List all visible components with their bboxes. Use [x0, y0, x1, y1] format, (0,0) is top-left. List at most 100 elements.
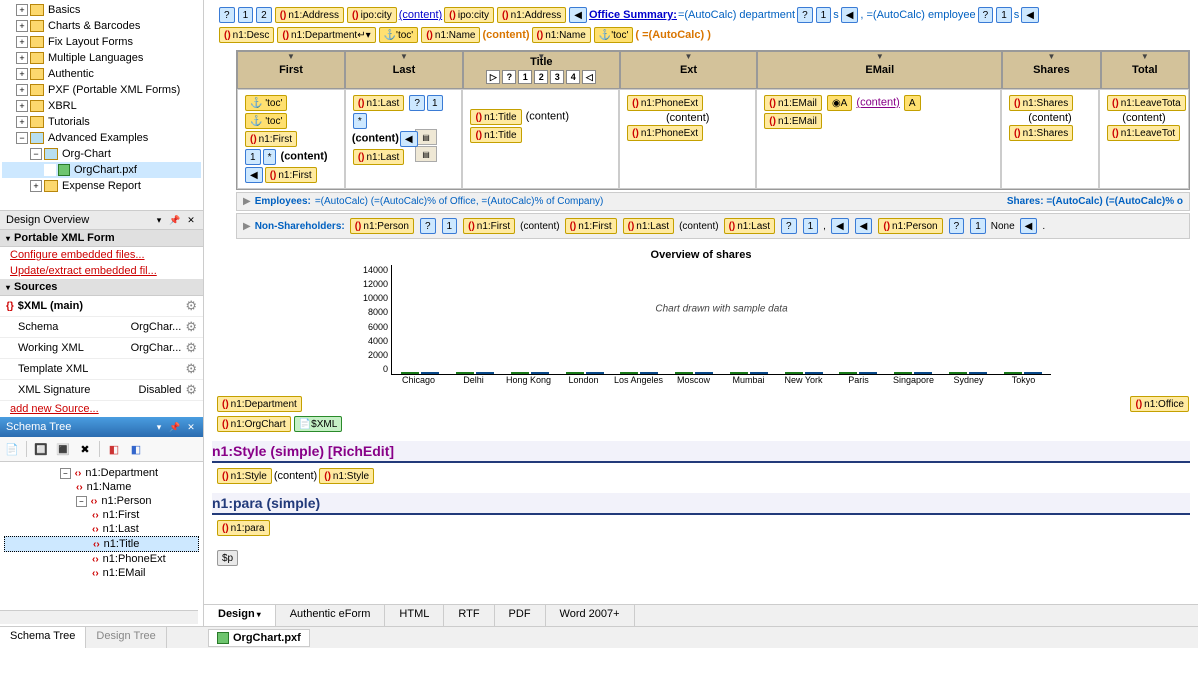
gear-icon[interactable]: ⚙ [185, 298, 197, 314]
q-tag[interactable]: ? [409, 95, 425, 111]
view-tab[interactable]: Design▾ [204, 605, 276, 626]
tag-first[interactable]: ()n1:First [463, 218, 515, 234]
plus-icon[interactable]: + [16, 20, 28, 32]
num-btn[interactable]: 1 [518, 70, 532, 84]
nav-right[interactable]: ▶ [243, 221, 251, 232]
add-new-source-link[interactable]: add new Source... [0, 401, 203, 417]
nav-left[interactable]: ◀ [831, 218, 849, 234]
star-tag[interactable]: * [353, 113, 367, 129]
nav-right[interactable]: ▶ [243, 196, 251, 207]
schema-item[interactable]: ‹›n1:EMail [4, 566, 199, 580]
a-tag[interactable]: ◉A [827, 95, 852, 111]
tag-orgchart-close[interactable]: ()n1:OrgChart [217, 416, 291, 432]
view-tab[interactable]: HTML [385, 605, 444, 626]
tree-item[interactable]: +Basics [2, 2, 201, 18]
tool-btn[interactable]: ◧ [126, 439, 146, 459]
tree-item[interactable]: +PXF (Portable XML Forms) [2, 82, 201, 98]
sources-header[interactable]: ▾ Sources [0, 279, 203, 296]
tag-ipo-city[interactable]: ()ipo:city [347, 7, 397, 23]
scrollbar[interactable] [0, 610, 198, 624]
element-tag[interactable]: ()n1:Title [470, 109, 521, 125]
tag-ipo-city-close[interactable]: ()ipo:city [444, 7, 494, 23]
element-tag[interactable]: ()n1:EMail [764, 95, 822, 111]
tag-style-close[interactable]: ()n1:Style [319, 468, 374, 484]
tag-person-close[interactable]: ()n1:Person [878, 218, 942, 234]
tool-btn[interactable]: 🔳 [53, 439, 73, 459]
view-tab[interactable]: Authentic eForm [276, 605, 386, 626]
file-tab-orgchart[interactable]: OrgChart.pxf [208, 629, 310, 647]
tool-btn[interactable]: ✖ [75, 439, 95, 459]
tag-toc[interactable]: ⚓ 'toc' [379, 27, 419, 43]
element-tag[interactable]: ()n1:LeaveTot [1107, 125, 1180, 141]
tag-last[interactable]: ()n1:Last [623, 218, 674, 234]
num-tag[interactable]: 1 [803, 218, 819, 234]
nav-btn[interactable]: ▷ [486, 70, 500, 84]
element-tag[interactable]: ()n1:Last [353, 149, 404, 165]
column-header[interactable]: ▼First [237, 51, 345, 89]
tree-item[interactable]: +Tutorials [2, 114, 201, 130]
close-icon[interactable]: ✕ [185, 214, 197, 226]
element-tag[interactable]: ()n1:EMail [764, 113, 822, 129]
element-tag[interactable]: ()n1:Title [470, 127, 521, 143]
tree-item[interactable]: +Expense Report [2, 178, 201, 194]
gear-icon[interactable]: ⚙ [185, 361, 197, 377]
gear-icon[interactable]: ⚙ [185, 382, 197, 398]
q-tag[interactable]: ? [219, 7, 235, 23]
element-tag[interactable]: ()n1:Shares [1009, 125, 1073, 141]
schema-item[interactable]: ‹›n1:First [4, 508, 199, 522]
nav-left[interactable]: ◀ [841, 7, 859, 23]
plus-icon[interactable]: + [16, 100, 28, 112]
plus-icon[interactable]: + [16, 36, 28, 48]
num-tag[interactable]: 1 [816, 7, 832, 23]
tag-first-close[interactable]: ()n1:First [565, 218, 617, 234]
tag-department-close[interactable]: ()n1:Department [217, 396, 302, 412]
star-tag[interactable]: * [263, 149, 277, 165]
nav-left[interactable]: ◀ [400, 131, 418, 147]
element-tag[interactable]: ()n1:PhoneExt [627, 95, 703, 111]
schema-item[interactable]: ‹›n1:Last [4, 522, 199, 536]
column-header[interactable]: ▼Total [1101, 51, 1189, 89]
column-header[interactable]: ▼Shares [1002, 51, 1100, 89]
num-btn[interactable]: 2 [534, 70, 548, 84]
tree-item[interactable]: +Charts & Barcodes [2, 18, 201, 34]
office-summary-link[interactable]: Office Summary: [589, 9, 677, 21]
num-tag[interactable]: 1 [427, 95, 443, 111]
schema-item[interactable]: ‹›n1:Title [4, 536, 199, 552]
tree-item[interactable]: +Authentic [2, 66, 201, 82]
tag-p[interactable]: $p [217, 550, 238, 566]
minus-icon[interactable]: − [16, 132, 28, 144]
portable-xml-form-header[interactable]: ▾ Portable XML Form [0, 230, 203, 247]
collapse-icon[interactable]: − [60, 468, 71, 479]
column-header[interactable]: ▼Ext [620, 51, 757, 89]
element-tag[interactable]: ()n1:First [245, 131, 297, 147]
view-tab[interactable]: PDF [495, 605, 546, 626]
tree-item[interactable]: +XBRL [2, 98, 201, 114]
source-row[interactable]: SchemaOrgChar...⚙ [0, 317, 203, 338]
nav-left[interactable]: ◀ [855, 218, 873, 234]
q-tag[interactable]: ? [420, 218, 436, 234]
tab-schema-tree[interactable]: Schema Tree [0, 627, 86, 648]
plus-icon[interactable] [44, 164, 56, 176]
num-tag[interactable]: 2 [256, 7, 272, 23]
q-tag[interactable]: ? [949, 218, 965, 234]
view-tab[interactable]: Word 2007+ [546, 605, 635, 626]
content-link[interactable]: (content) [399, 9, 442, 21]
tag-style[interactable]: ()n1:Style [217, 468, 272, 484]
close-icon[interactable]: ✕ [185, 421, 197, 433]
content-link[interactable]: (content) [856, 97, 899, 109]
q-tag[interactable]: ? [781, 218, 797, 234]
plus-icon[interactable]: + [16, 68, 28, 80]
tag-n1-department[interactable]: ()n1:Department ↵▾ [277, 27, 375, 43]
tree-item[interactable]: +Fix Layout Forms [2, 34, 201, 50]
tag-xml[interactable]: 📄$XML [294, 416, 343, 432]
pin-icon[interactable]: 📌 [169, 421, 181, 433]
dropdown-icon[interactable]: ▾ [153, 214, 165, 226]
nav-left[interactable]: ◀ [1020, 218, 1038, 234]
column-header[interactable]: ▼EMail [757, 51, 1002, 89]
tag-n1-address-close[interactable]: ()n1:Address [497, 7, 566, 23]
xml-main-row[interactable]: {}$XML (main) ⚙ [0, 296, 203, 317]
tool-btn[interactable]: ◧ [104, 439, 124, 459]
element-tag[interactable]: ()n1:PhoneExt [627, 125, 703, 141]
plus-icon[interactable]: + [30, 180, 42, 192]
tree-item[interactable]: −Org-Chart [2, 146, 201, 162]
